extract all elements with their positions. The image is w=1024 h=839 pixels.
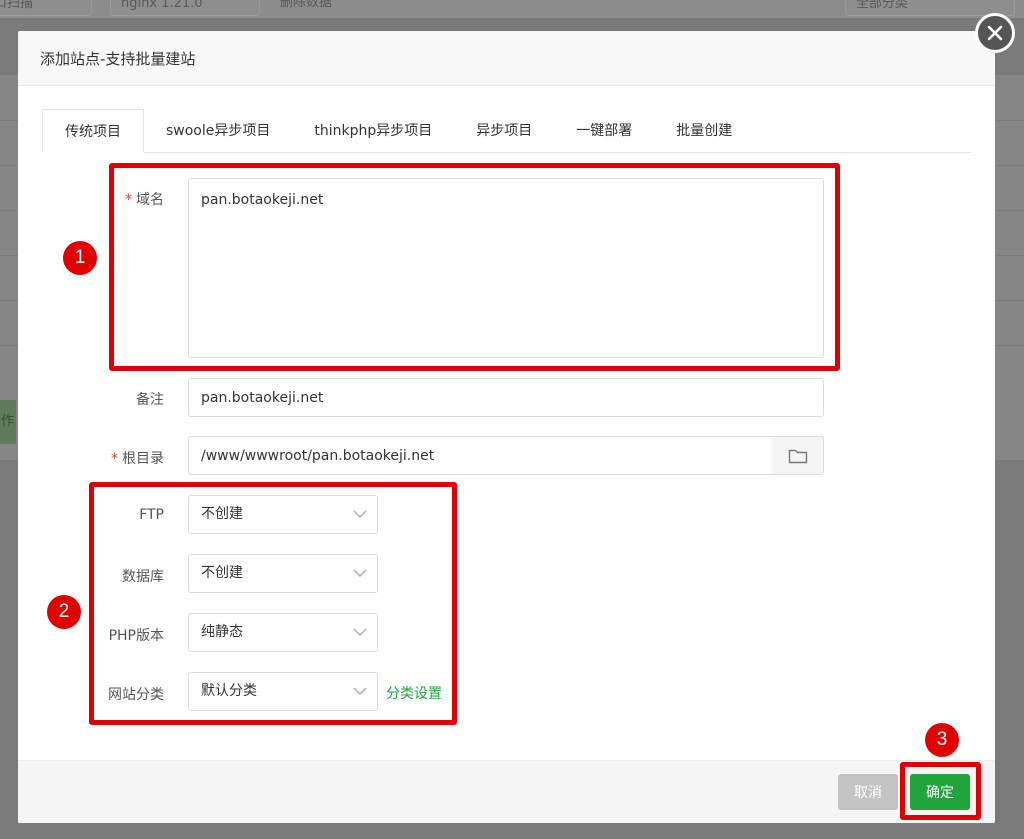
tab-async-project[interactable]: 异步项目: [454, 109, 554, 153]
annotation-highlight-confirm: [900, 762, 981, 820]
background-chip: 端口扫描: [0, 0, 92, 16]
tab-one-click-deploy[interactable]: 一键部署: [554, 109, 654, 153]
dialog-header: 添加站点-支持批量建站: [18, 31, 995, 86]
folder-icon: [788, 449, 807, 463]
project-type-tabs: 传统项目 swoole异步项目 thinkphp异步项目 异步项目 一键部署 批…: [42, 109, 971, 153]
tab-thinkphp-async-project[interactable]: thinkphp异步项目: [292, 109, 454, 153]
annotation-badge-1: 1: [63, 241, 97, 275]
annotation-badge-2: 2: [47, 595, 81, 629]
dialog-footer: 取消 确定: [18, 760, 995, 823]
cancel-button[interactable]: 取消: [838, 774, 898, 810]
annotation-highlight-options: [89, 482, 457, 725]
browse-folder-button[interactable]: [772, 436, 824, 475]
annotation-highlight-domain: [109, 163, 840, 371]
root-dir-label: * 根目录: [111, 451, 164, 467]
annotation-badge-3: 3: [925, 723, 959, 757]
tab-swoole-async-project[interactable]: swoole异步项目: [144, 109, 292, 153]
tab-batch-create[interactable]: 批量创建: [654, 109, 754, 153]
close-dialog-button[interactable]: [975, 13, 1015, 53]
remark-input[interactable]: [188, 378, 824, 417]
background-chip: 删除数据: [280, 0, 333, 10]
root-dir-input[interactable]: [188, 436, 773, 475]
tab-traditional-project[interactable]: 传统项目: [42, 109, 144, 153]
close-icon: [987, 25, 1003, 41]
background-action-button: 作: [0, 400, 16, 444]
remark-label: 备注: [136, 392, 164, 408]
required-mark: *: [111, 451, 118, 467]
dialog-title: 添加站点-支持批量建站: [40, 49, 196, 68]
background-chip: nginx 1.21.0: [110, 0, 260, 16]
